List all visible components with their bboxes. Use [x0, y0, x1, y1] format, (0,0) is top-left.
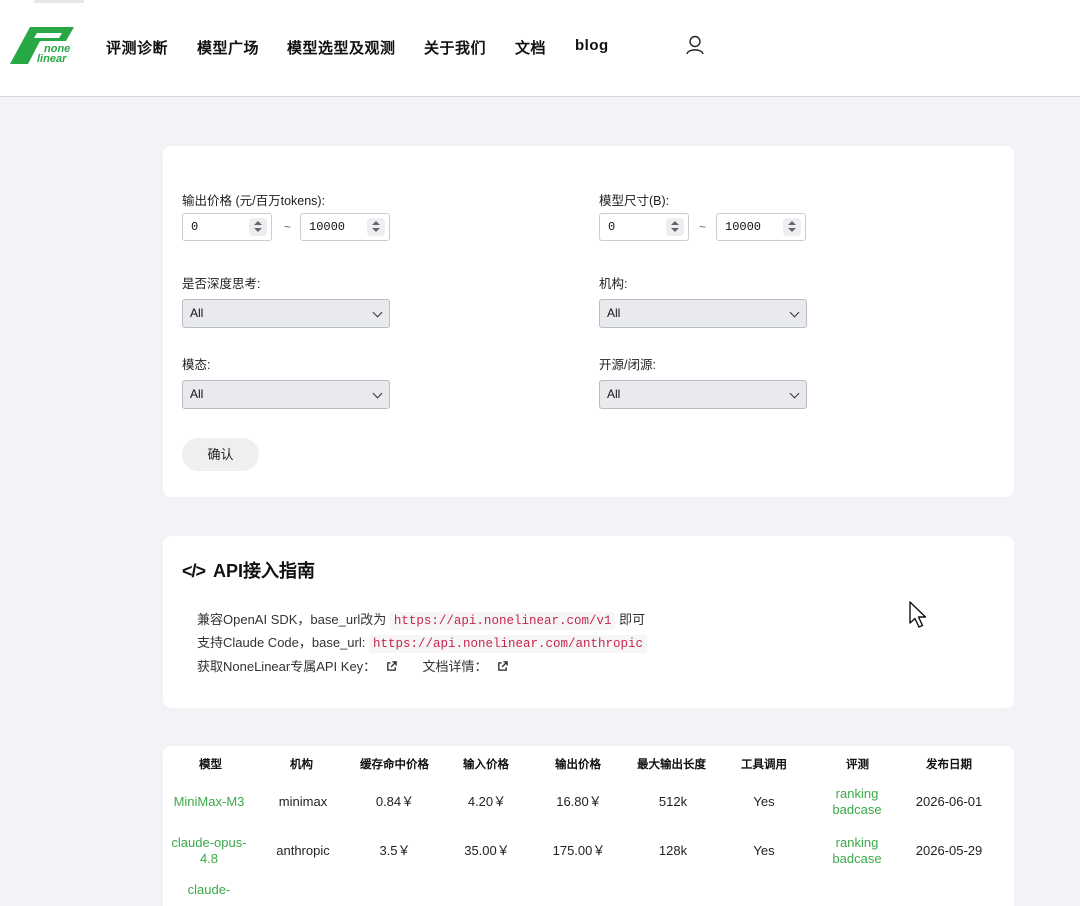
output-price-label: 输出价格 (元/百万tokens): — [182, 194, 326, 208]
column-header-evaluation[interactable]: 评测 — [846, 756, 869, 772]
external-link-icon[interactable] — [386, 661, 397, 672]
column-header-tool-calling[interactable]: 工具调用 — [741, 756, 787, 772]
input-price-cell: 4.20￥ — [467, 794, 507, 809]
top-navigation-bar: none linear 评测诊断 模型广场 模型选型及观测 关于我们 文档 bl… — [0, 0, 1080, 97]
claude-code-text: 支持Claude Code，base_url: — [197, 635, 366, 650]
nav-item-model-plaza[interactable]: 模型广场 — [197, 37, 259, 58]
input-price-cell: 35.00￥ — [464, 843, 510, 858]
nav-item-docs[interactable]: 文档 — [515, 37, 546, 58]
open-source-label: 开源/闭源: — [599, 358, 656, 372]
output-price-cell: 16.80￥ — [556, 794, 602, 809]
modality-label: 模态: — [182, 358, 211, 372]
org-cell: anthropic — [276, 843, 330, 858]
model-size-max-input[interactable]: 10000 — [716, 213, 806, 241]
nav-item-blog[interactable]: blog — [575, 37, 609, 54]
column-header-org[interactable]: 机构 — [290, 756, 313, 772]
api-key-text: 获取NoneLinear专属API Key： — [197, 659, 377, 674]
external-link-icon[interactable] — [497, 661, 508, 672]
range-separator: ~ — [699, 220, 707, 234]
organization-select[interactable]: All — [599, 299, 807, 328]
openai-base-url[interactable]: https://api.nonelinear.com/v1 — [389, 612, 616, 630]
filter-panel: 输出价格 (元/百万tokens): 0 ~ 10000 模型尺寸(B): 0 … — [163, 146, 1014, 497]
api-guide-title: </> API接入指南 — [182, 557, 315, 583]
tool-calling-cell: Yes — [753, 794, 775, 809]
cache-price-cell: 0.84￥ — [375, 794, 415, 809]
anthropic-base-url[interactable]: https://api.nonelinear.com/anthropic — [369, 635, 648, 653]
column-header-cache-price[interactable]: 缓存命中价格 — [360, 756, 429, 772]
openai-suffix: 即可 — [619, 612, 646, 627]
nonelinear-logo[interactable]: none linear — [10, 24, 78, 66]
open-source-select[interactable]: All — [599, 380, 807, 409]
model-size-max-value: 10000 — [725, 220, 762, 234]
deep-thinking-value: All — [190, 306, 204, 320]
column-header-output-price[interactable]: 输出价格 — [555, 756, 601, 772]
output-price-max-input[interactable]: 10000 — [300, 213, 390, 241]
cache-price-cell: 3.5￥ — [379, 843, 411, 858]
org-cell: minimax — [278, 794, 328, 809]
spinner-icon[interactable] — [249, 218, 267, 236]
modality-value: All — [190, 387, 204, 401]
column-header-input-price[interactable]: 输入价格 — [463, 756, 509, 772]
spinner-icon[interactable] — [666, 218, 684, 236]
chevron-down-icon — [789, 388, 800, 399]
max-output-cell: 128k — [658, 843, 688, 858]
ranking-link[interactable]: ranking — [817, 835, 897, 851]
max-output-cell: 512k — [658, 794, 688, 809]
nav-item-evaluation[interactable]: 评测诊断 — [106, 37, 168, 58]
api-guide-panel: </> API接入指南 兼容OpenAI SDK，base_url改为 https… — [163, 536, 1014, 708]
output-price-min-input[interactable]: 0 — [182, 213, 272, 241]
nav-item-model-selection[interactable]: 模型选型及观测 — [287, 37, 396, 58]
openai-sdk-text: 兼容OpenAI SDK，base_url改为 — [197, 612, 387, 627]
model-size-label: 模型尺寸(B): — [599, 194, 670, 208]
release-date-cell: 2026-06-01 — [915, 794, 983, 809]
spinner-icon[interactable] — [367, 218, 385, 236]
tool-calling-cell: Yes — [753, 843, 775, 858]
column-header-release-date[interactable]: 发布日期 — [926, 756, 972, 772]
open-source-value: All — [607, 387, 621, 401]
scroll-indicator — [34, 0, 84, 3]
modality-select[interactable]: All — [182, 380, 390, 409]
release-date-cell: 2026-05-29 — [915, 843, 983, 858]
api-guide-title-text: API接入指南 — [213, 561, 316, 581]
deep-thinking-select[interactable]: All — [182, 299, 390, 328]
model-size-min-value: 0 — [608, 220, 616, 234]
user-icon[interactable] — [684, 34, 706, 56]
model-name-link[interactable]: MiniMax-M3 — [169, 794, 249, 810]
organization-value: All — [607, 306, 621, 320]
api-key-line: 获取NoneLinear专属API Key： 文档详情： — [197, 656, 508, 675]
code-icon: </> — [182, 561, 206, 581]
logo-text-linear: linear — [37, 53, 67, 65]
model-name-link[interactable]: claude-opus-4.8 — [169, 835, 249, 867]
model-table: 模型 机构 缓存命中价格 输入价格 输出价格 最大输出长度 工具调用 评测 发布… — [163, 746, 1014, 906]
column-header-max-output[interactable]: 最大输出长度 — [637, 756, 706, 772]
chevron-down-icon — [372, 307, 383, 318]
claude-code-line: 支持Claude Code，base_url: https://api.none… — [197, 632, 648, 653]
ranking-link[interactable]: ranking — [817, 786, 897, 802]
range-separator: ~ — [284, 220, 292, 234]
model-name-link[interactable]: claude- — [169, 882, 249, 898]
spinner-icon[interactable] — [783, 218, 801, 236]
chevron-down-icon — [372, 388, 383, 399]
output-price-cell: 175.00￥ — [552, 843, 606, 858]
mouse-cursor-icon — [909, 601, 927, 628]
output-price-max-value: 10000 — [309, 220, 346, 234]
column-header-model[interactable]: 模型 — [199, 756, 222, 772]
badcase-link[interactable]: badcase — [817, 851, 897, 867]
docs-detail-text: 文档详情： — [422, 659, 488, 674]
badcase-link[interactable]: badcase — [817, 802, 897, 818]
confirm-button[interactable]: 确认 — [182, 438, 259, 471]
output-price-min-value: 0 — [191, 220, 199, 234]
organization-label: 机构: — [599, 277, 628, 291]
chevron-down-icon — [789, 307, 800, 318]
openai-sdk-line: 兼容OpenAI SDK，base_url改为 https://api.none… — [197, 609, 646, 630]
deep-thinking-label: 是否深度思考: — [182, 277, 261, 291]
model-size-min-input[interactable]: 0 — [599, 213, 689, 241]
nav-item-about-us[interactable]: 关于我们 — [424, 37, 486, 58]
